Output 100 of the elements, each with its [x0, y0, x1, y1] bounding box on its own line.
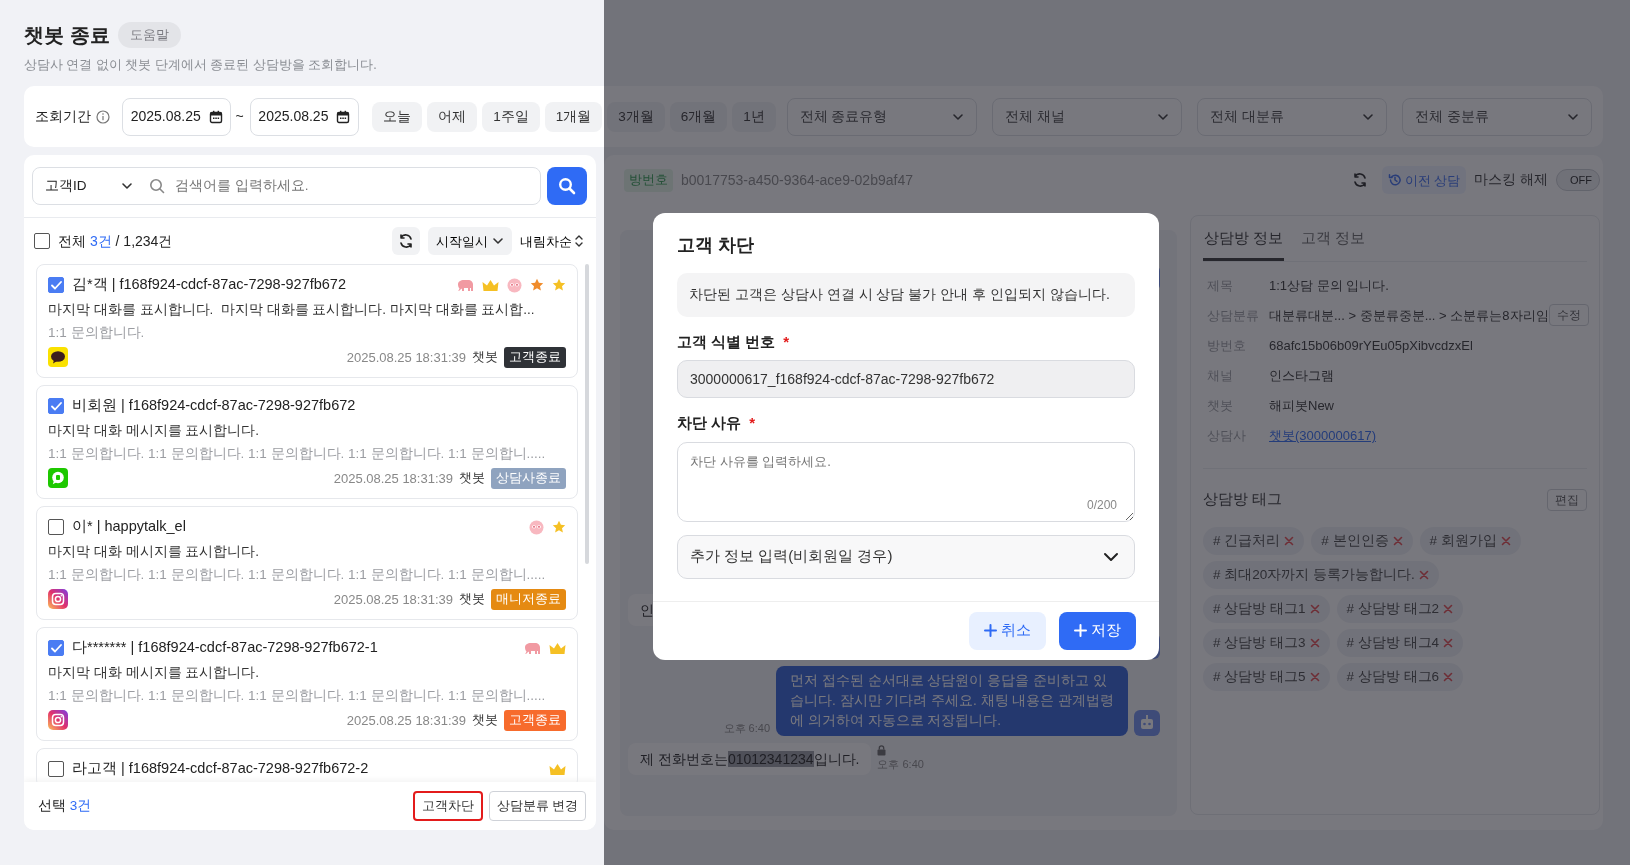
tab[interactable]: 상담방 정보 [1203, 227, 1285, 262]
remove-icon[interactable] [1443, 638, 1454, 649]
agent-label: 챗봇 [459, 469, 485, 487]
range-button[interactable]: 오늘 [372, 101, 423, 132]
remove-icon[interactable] [1418, 570, 1429, 581]
tag-chip[interactable]: # 상담방 태그1 [1203, 595, 1330, 624]
save-button[interactable]: 저장 [1059, 611, 1136, 650]
sort-arrows-icon [574, 234, 584, 249]
robot-icon [1134, 710, 1160, 737]
date-value: 2025.08.25 [130, 107, 201, 127]
tag-chip[interactable]: # 긴급처리 [1203, 527, 1305, 556]
refresh-button[interactable] [392, 227, 420, 256]
remove-icon[interactable] [1443, 672, 1454, 683]
masking-label: 마스킹 해제 [1474, 171, 1548, 190]
checkbox[interactable] [48, 519, 64, 536]
filter-select[interactable]: 전체 중분류 [1401, 97, 1592, 136]
conversation-card[interactable]: 이* | happytalk_el 마지막 대화 메시지를 표시합니다. 1:1 문의합니다. 1:1 문의합니다. 1:1 문의합니다. 1:1 문의합니다. 1:1 문의합니..... 2025.08.25 18:31:39 챗봇 매니저종료 [36, 506, 578, 621]
speech-bubble-icon [48, 468, 68, 489]
checkbox[interactable] [48, 398, 64, 415]
remove-icon[interactable] [1284, 536, 1295, 547]
tag-chip[interactable]: # 최대20자까지 등록가능합니다. [1203, 561, 1439, 590]
range-button[interactable]: 어제 [427, 101, 478, 132]
sort-order-button[interactable]: 내림차순 [520, 231, 584, 251]
scrollbar[interactable] [585, 264, 589, 565]
search-icon [149, 178, 165, 195]
tag-chip[interactable]: # 본인인증 [1311, 527, 1413, 556]
edit-button[interactable]: 편집 [1547, 489, 1587, 512]
agent-label: 챗봇 [472, 711, 498, 729]
status-badge: 매니저종료 [491, 588, 566, 610]
emoji-icon [507, 277, 522, 293]
tag-chip[interactable]: # 상담방 태그3 [1203, 629, 1330, 658]
info-icon [96, 109, 110, 124]
remove-icon[interactable] [1392, 536, 1403, 547]
last-message: 마지막 대화를 표시합니다. 마지막 대화를 표시합니다. 마지막 대화를 표시합... [48, 301, 536, 320]
search-icon [558, 177, 576, 196]
remove-icon[interactable] [1443, 604, 1454, 615]
search-type-select[interactable]: 고객ID [33, 168, 145, 205]
input-field[interactable]: 3000000617_f168f924-cdcf-87ac-7298-927fb672 [677, 360, 1135, 399]
cancel-button[interactable]: 취소 [969, 611, 1046, 650]
range-button[interactable]: 3개월 [607, 101, 665, 132]
remove-icon[interactable] [1500, 536, 1511, 547]
filter-select[interactable]: 전체 채널 [991, 97, 1182, 136]
agent-link[interactable]: 챗봇(3000000617) [1269, 425, 1376, 445]
last-message: 마지막 대화 메시지를 표시합니다. [48, 664, 260, 683]
search-button[interactable] [547, 167, 587, 206]
notice-text: 차단된 고객은 상담사 연결 시 상담 불가 안내 후 인입되지 않습니다. [677, 272, 1135, 317]
conversation-card[interactable]: 비회원 | f168f924-cdcf-87ac-7298-927fb672 마지막 대화 메시지를 표시합니다. 1:1 문의합니다. 1:1 문의합니다. 1:1 문의합니다. 1:1 문의합니다. 1:1 문의합니..... 2025.08.25 18:31:39 챗봇 상담사종료 [36, 385, 578, 500]
checkbox[interactable] [48, 277, 64, 294]
filter-select[interactable]: 전체 대분류 [1196, 97, 1387, 136]
edit-button[interactable]: 수정 [1548, 304, 1589, 327]
conversation-card[interactable]: 김*객 | f168f924-cdcf-87ac-7298-927fb672 마지막 대화를 표시합니다. 마지막 대화를 표시합니다. 마지막 대화를 표시합... 1:1 문의합니다. 2025.08.25 18:31:39 챗봇 고객종료 [36, 264, 578, 379]
sort-field-dropdown[interactable]: 시작일시 [428, 227, 512, 256]
masking-toggle[interactable]: OFF [1556, 169, 1600, 192]
camera-icon [48, 710, 68, 731]
search-field[interactable]: 고객ID 검색어를 입력하세요. [32, 167, 541, 206]
customer-name: 다******* | f168f924-cdcf-87ac-7298-927fb672-1 [72, 638, 378, 658]
plus-icon [984, 624, 997, 638]
range-button[interactable]: 6개월 [669, 101, 728, 132]
status-badge: 고객종료 [504, 709, 566, 731]
checkbox[interactable] [34, 233, 50, 250]
dialog-title: 고객 차단 [677, 235, 755, 257]
tab[interactable]: 고객 정보 [1300, 227, 1367, 262]
tag-chip[interactable]: # 회원가입 [1419, 527, 1521, 556]
date-value: 2025.08.25 [258, 107, 329, 127]
field-value: 해피봇New [1269, 396, 1334, 415]
accordion-toggle[interactable]: 추가 정보 입력(비회원일 경우) [677, 534, 1135, 579]
timestamp: 2025.08.25 18:31:39 [333, 469, 453, 488]
range-button[interactable]: 1년 [732, 101, 776, 132]
remove-icon[interactable] [1309, 638, 1320, 649]
range-button[interactable]: 1주일 [482, 101, 540, 132]
calendar-icon[interactable] [336, 109, 351, 124]
history-button[interactable]: 이전 상담 [1381, 166, 1467, 195]
field-label: 차단 사유 [677, 413, 742, 434]
selection-count: 선택 3건 [38, 797, 92, 816]
tag-chip[interactable]: # 상담방 태그2 [1336, 595, 1464, 624]
checkbox[interactable] [48, 761, 64, 778]
customer-name: 김*객 | f168f924-cdcf-87ac-7298-927fb672 [72, 275, 346, 295]
range-button[interactable]: 1개월 [544, 101, 603, 132]
elephant-icon [524, 641, 541, 655]
checkbox[interactable] [48, 640, 64, 657]
tag-chip[interactable]: # 상담방 태그5 [1203, 663, 1330, 692]
tag-chip[interactable]: # 상담방 태그6 [1336, 663, 1464, 692]
remove-icon[interactable] [1309, 604, 1320, 615]
status-badge: 상담사종료 [491, 467, 566, 489]
elephant-icon [457, 278, 474, 292]
tag-chip[interactable]: # 상담방 태그4 [1336, 629, 1464, 658]
action-button[interactable]: 고객차단 [412, 791, 483, 822]
help-button[interactable]: 도움말 [117, 22, 181, 48]
count-summary: 전체 3건 / 1,234건 [58, 231, 173, 251]
bot-message: 먼저 접수된 순서대로 상담원이 응답을 준비하고 있습니다. 잠시만 기다려 주세요. 채팅 내용은 관계법령에 의거하여 자동으로 저장됩니다. [776, 666, 1128, 737]
field-value: 대분류대분... > 중분류중분... > 소분류는8자리임 [1269, 306, 1549, 325]
calendar-icon[interactable] [208, 109, 223, 124]
customer-name: 이* | happytalk_el [72, 517, 186, 537]
action-button[interactable]: 상담분류 변경 [488, 791, 586, 822]
page-description: 상담사 연결 없이 챗봇 단계에서 종료된 상담방을 조회합니다. [24, 56, 378, 74]
last-message: 마지막 대화 메시지를 표시합니다. [48, 422, 260, 441]
filter-select[interactable]: 전체 종료유형 [786, 97, 977, 136]
timestamp: 2025.08.25 18:31:39 [346, 711, 466, 730]
remove-icon[interactable] [1309, 672, 1320, 683]
conversation-card[interactable]: 다******* | f168f924-cdcf-87ac-7298-927fb672-1 마지막 대화 메시지를 표시합니다. 1:1 문의합니다. 1:1 문의합니다. 1:1 문의합니다. 1:1 문의합니다. 1:1 문의합니..... 2025.08.25 18:31:39 챗봇 고객종료 [36, 627, 578, 742]
